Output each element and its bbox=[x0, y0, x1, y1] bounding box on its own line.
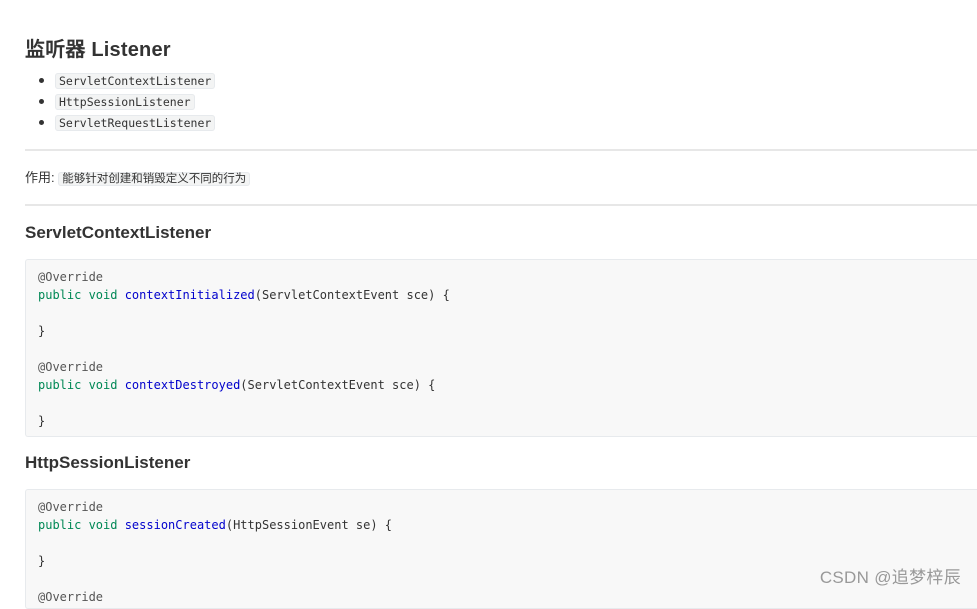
page-title: 监听器 Listener bbox=[25, 39, 171, 61]
list-item: HttpSessionListener bbox=[39, 91, 215, 112]
listener-list: ServletContextListener HttpSessionListen… bbox=[25, 70, 216, 133]
params-token: (HttpSessionEvent se) { bbox=[225, 518, 393, 532]
annotation-token: @Override bbox=[38, 360, 104, 374]
list-item: ServletContextListener bbox=[39, 70, 216, 91]
list-item: ServletRequestListener bbox=[39, 112, 216, 133]
annotation-token: @Override bbox=[38, 500, 104, 514]
annotation-token: @Override bbox=[38, 590, 104, 604]
section-title-servletcontextlistener: ServletContextListener bbox=[25, 223, 212, 242]
purpose-paragraph: 作用: 能够针对创建和销毁定义不同的行为 bbox=[25, 168, 251, 189]
divider bbox=[25, 149, 977, 151]
keyword-token: public void bbox=[38, 378, 125, 392]
code-line: public void sessionCreated(HttpSessionEv… bbox=[38, 516, 977, 534]
bullet-icon bbox=[39, 99, 44, 104]
params-token: (ServletContextEvent sce) { bbox=[254, 288, 450, 302]
code-line: @Override bbox=[38, 498, 977, 516]
bullet-icon bbox=[39, 78, 44, 83]
code-line: public void contextInitialized(ServletCo… bbox=[38, 286, 977, 304]
inline-code: ServletRequestListener bbox=[55, 115, 216, 131]
code-line: } bbox=[38, 414, 46, 428]
keyword-token: public void bbox=[38, 518, 125, 532]
section-title-httpsessionlistener: HttpSessionListener bbox=[25, 453, 191, 472]
code-line: public void contextDestroyed(ServletCont… bbox=[38, 376, 977, 394]
annotation-token: @Override bbox=[38, 270, 104, 284]
method-name-token: sessionCreated bbox=[124, 518, 226, 532]
inline-code: HttpSessionListener bbox=[55, 94, 195, 110]
code-line: @Override bbox=[38, 588, 977, 606]
watermark: CSDN @追梦梓辰 bbox=[819, 568, 961, 587]
purpose-text: 能够针对创建和销毁定义不同的行为 bbox=[58, 172, 251, 186]
purpose-label: 作用: bbox=[25, 170, 55, 185]
params-token: (ServletContextEvent sce) { bbox=[240, 378, 436, 392]
method-name-token: contextDestroyed bbox=[124, 378, 241, 392]
code-line: @Override bbox=[38, 268, 977, 286]
code-block-httpsessionlistener[interactable]: @Override public void sessionCreated(Http… bbox=[25, 489, 977, 609]
divider bbox=[25, 204, 977, 206]
method-name-token: contextInitialized bbox=[124, 288, 255, 302]
code-line: @Override bbox=[38, 358, 977, 376]
code-block-servletcontextlistener[interactable]: @Override public void contextInitialized(… bbox=[25, 259, 977, 437]
keyword-token: public void bbox=[38, 288, 125, 302]
code-line: } bbox=[38, 324, 46, 338]
inline-code: ServletContextListener bbox=[55, 73, 216, 89]
bullet-icon bbox=[39, 120, 44, 125]
